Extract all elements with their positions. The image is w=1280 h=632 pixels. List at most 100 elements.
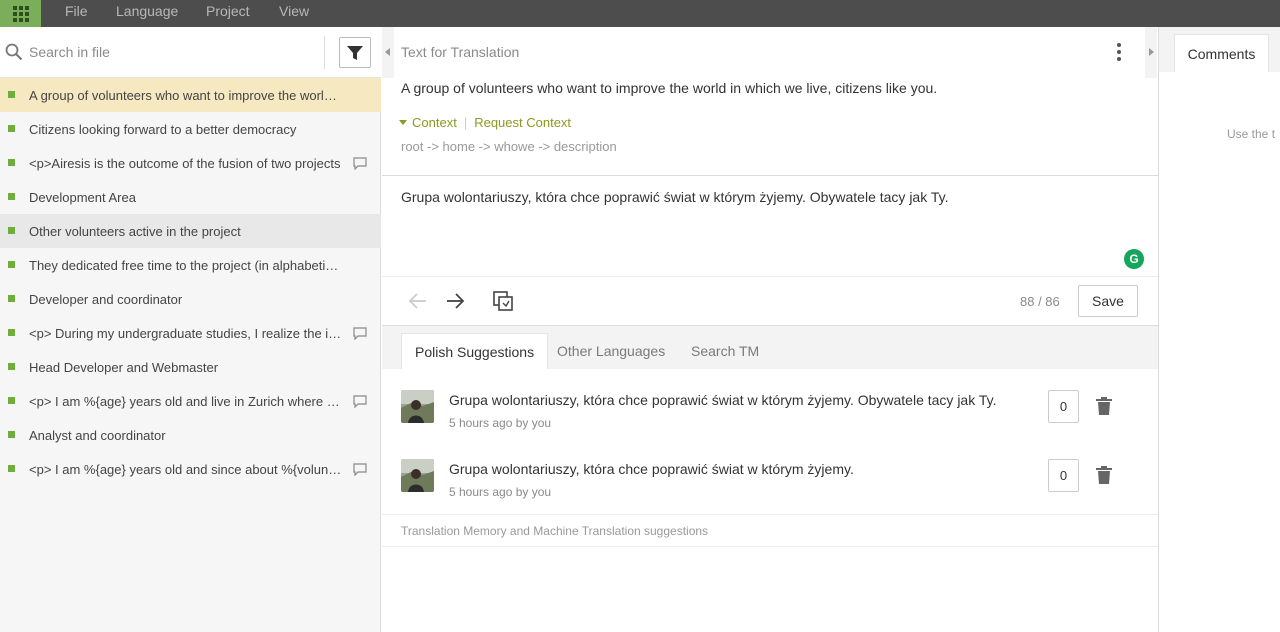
unit-item[interactable]: <p> I am %{age} years old and since abou… bbox=[0, 452, 381, 486]
unit-text: Development Area bbox=[29, 189, 136, 205]
status-dot bbox=[8, 295, 15, 302]
unit-text: <p>Airesis is the outcome of the fusion … bbox=[29, 155, 341, 171]
unit-text: Developer and coordinator bbox=[29, 291, 183, 307]
unit-text: <p> I am %{age} years old and since abou… bbox=[29, 461, 342, 477]
status-dot bbox=[8, 329, 15, 336]
trash-icon[interactable] bbox=[1096, 397, 1112, 415]
menu-file[interactable]: File bbox=[65, 0, 88, 27]
source-label: Text for Translation bbox=[401, 44, 520, 60]
status-dot bbox=[8, 125, 15, 132]
unit-list: A group of volunteers who want to improv… bbox=[0, 78, 381, 486]
unit-text: Analyst and coordinator bbox=[29, 427, 166, 443]
comment-icon bbox=[353, 395, 367, 408]
request-context-link[interactable]: Request Context bbox=[474, 115, 571, 130]
source-text: A group of volunteers who want to improv… bbox=[401, 80, 938, 96]
context-row: Context | Request Context bbox=[399, 115, 571, 130]
divider bbox=[382, 175, 1158, 176]
apps-button[interactable] bbox=[0, 0, 41, 27]
comment-icon bbox=[353, 463, 367, 476]
suggestion-tabs: Polish Suggestions Other Languages Searc… bbox=[382, 326, 1158, 369]
unit-item[interactable]: Head Developer and Webmaster bbox=[0, 350, 381, 384]
unit-item[interactable]: Analyst and coordinator bbox=[0, 418, 381, 452]
unit-item[interactable]: Developer and coordinator bbox=[0, 282, 381, 316]
search-input[interactable] bbox=[29, 41, 309, 63]
context-path: root -> home -> whowe -> description bbox=[401, 139, 617, 154]
chevron-left-icon bbox=[385, 48, 390, 56]
copy-source-icon[interactable] bbox=[492, 290, 514, 312]
tm-section-label: Translation Memory and Machine Translati… bbox=[401, 524, 709, 538]
suggestion-text: Grupa wolontariuszy, która chce poprawić… bbox=[449, 461, 854, 477]
divider bbox=[382, 514, 1158, 515]
unit-item[interactable]: Development Area bbox=[0, 180, 381, 214]
status-dot bbox=[8, 193, 15, 200]
divider bbox=[382, 546, 1158, 547]
search-bar bbox=[0, 27, 381, 78]
chevron-right-icon bbox=[1149, 48, 1154, 56]
menu-language[interactable]: Language bbox=[116, 0, 178, 27]
vote-count[interactable]: 0 bbox=[1048, 390, 1079, 423]
unit-list-panel: A group of volunteers who want to improv… bbox=[0, 27, 381, 632]
unit-item[interactable]: They dedicated free time to the project … bbox=[0, 248, 381, 282]
context-toggle[interactable]: Context bbox=[412, 115, 457, 130]
caret-down-icon bbox=[399, 120, 407, 125]
suggestion-text: Grupa wolontariuszy, która chce poprawić… bbox=[449, 392, 997, 408]
menu-bar: File Language Project View bbox=[0, 0, 1280, 27]
status-dot bbox=[8, 363, 15, 370]
character-counter: 88 / 86 bbox=[1020, 294, 1060, 309]
status-dot bbox=[8, 159, 15, 166]
tab-search-tm[interactable]: Search TM bbox=[691, 333, 759, 369]
tab-polish-suggestions[interactable]: Polish Suggestions bbox=[401, 333, 549, 369]
tab-comments[interactable]: Comments bbox=[1174, 34, 1269, 72]
collapse-left-button[interactable] bbox=[382, 27, 394, 78]
status-dot bbox=[8, 227, 15, 234]
unit-text: Other volunteers active in the project bbox=[29, 223, 241, 239]
unit-text: <p> During my undergraduate studies, I r… bbox=[29, 325, 342, 341]
suggestion-item[interactable]: Grupa wolontariuszy, która chce poprawić… bbox=[382, 390, 1158, 458]
divider bbox=[382, 276, 1158, 277]
status-dot bbox=[8, 431, 15, 438]
previous-arrow-icon[interactable] bbox=[407, 290, 429, 312]
status-dot bbox=[8, 261, 15, 268]
more-options-icon[interactable] bbox=[1117, 43, 1123, 61]
comments-hint: Use the t bbox=[1227, 127, 1276, 141]
divider bbox=[324, 36, 325, 69]
unit-text: They dedicated free time to the project … bbox=[29, 257, 342, 273]
status-dot bbox=[8, 465, 15, 472]
unit-text: A group of volunteers who want to improv… bbox=[29, 87, 342, 103]
unit-item[interactable]: <p> I am %{age} years old and live in Zu… bbox=[0, 384, 381, 418]
suggestion-meta: 5 hours ago by you bbox=[449, 416, 552, 430]
grid-icon bbox=[12, 5, 29, 22]
comment-icon bbox=[353, 327, 367, 340]
avatar bbox=[401, 390, 434, 423]
search-icon bbox=[5, 43, 23, 61]
menu-view[interactable]: View bbox=[279, 0, 309, 27]
vote-count[interactable]: 0 bbox=[1048, 459, 1079, 492]
unit-item[interactable]: <p>Airesis is the outcome of the fusion … bbox=[0, 146, 381, 180]
tab-other-languages[interactable]: Other Languages bbox=[557, 333, 665, 369]
next-arrow-icon[interactable] bbox=[444, 290, 466, 312]
status-dot bbox=[8, 91, 15, 98]
comment-icon bbox=[353, 157, 367, 170]
suggestion-meta: 5 hours ago by you bbox=[449, 485, 552, 499]
unit-item[interactable]: Other volunteers active in the project bbox=[0, 214, 381, 248]
filter-button[interactable] bbox=[339, 37, 371, 68]
save-button[interactable]: Save bbox=[1078, 285, 1138, 317]
collapse-right-button[interactable] bbox=[1145, 27, 1157, 78]
unit-text: <p> I am %{age} years old and live in Zu… bbox=[29, 393, 342, 409]
filter-icon bbox=[347, 45, 363, 60]
avatar bbox=[401, 459, 434, 492]
unit-text: Head Developer and Webmaster bbox=[29, 359, 219, 375]
comments-header: Comments bbox=[1159, 27, 1280, 72]
menu-project[interactable]: Project bbox=[206, 0, 250, 27]
unit-item[interactable]: Citizens looking forward to a better dem… bbox=[0, 112, 381, 146]
trash-icon[interactable] bbox=[1096, 466, 1112, 484]
unit-item[interactable]: A group of volunteers who want to improv… bbox=[0, 78, 381, 112]
suggestion-item[interactable]: Grupa wolontariuszy, która chce poprawić… bbox=[382, 459, 1158, 527]
comments-panel: Comments Use the t bbox=[1158, 27, 1280, 632]
status-dot bbox=[8, 397, 15, 404]
unit-text: Citizens looking forward to a better dem… bbox=[29, 121, 297, 137]
unit-item[interactable]: <p> During my undergraduate studies, I r… bbox=[0, 316, 381, 350]
grammarly-icon[interactable]: G bbox=[1124, 249, 1144, 269]
translation-textarea[interactable]: Grupa wolontariuszy, która chce poprawić… bbox=[401, 189, 948, 205]
editor-panel: Text for Translation A group of voluntee… bbox=[382, 27, 1158, 632]
